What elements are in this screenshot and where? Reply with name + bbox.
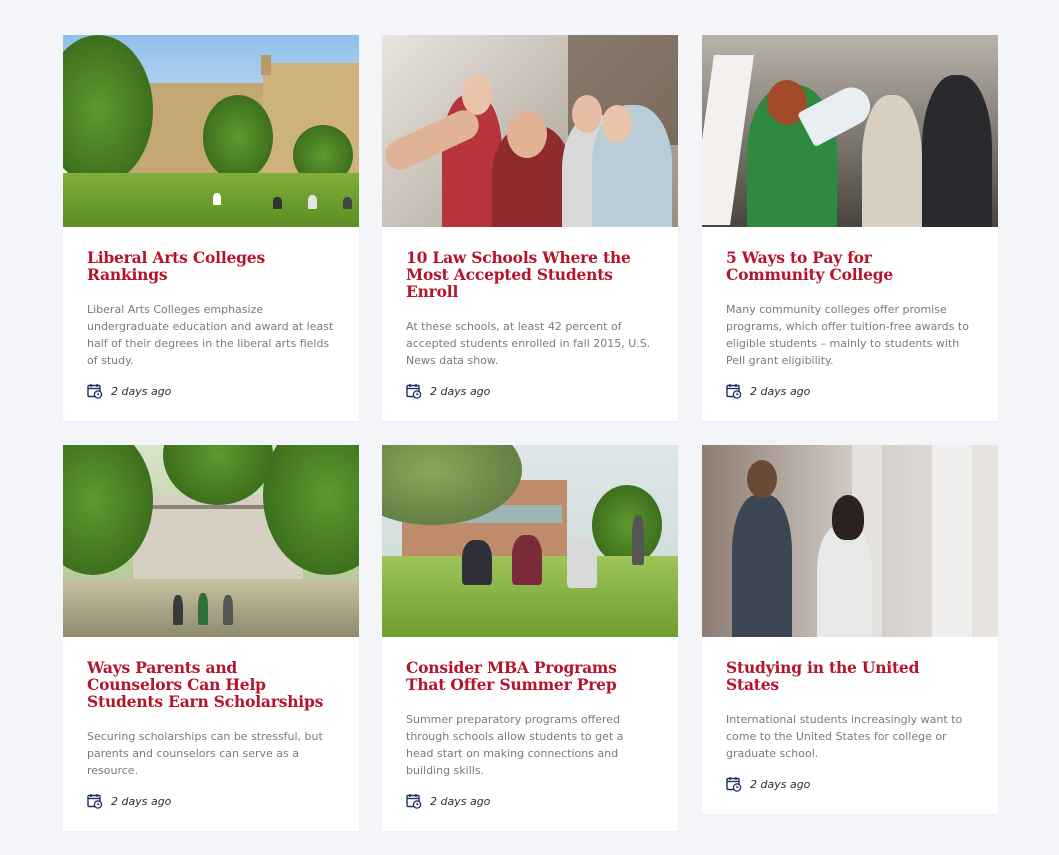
calendar-clock-icon — [406, 793, 422, 809]
post-date: 2 days ago — [750, 384, 811, 398]
post-meta: 2 days ago — [726, 776, 974, 792]
post-card[interactable]: Ways Parents and Counselors Can Help Stu… — [63, 445, 359, 831]
campus-library-trees-photo[interactable] — [63, 445, 359, 637]
post-card[interactable]: 5 Ways to Pay for Community College Many… — [702, 35, 998, 421]
column-2: 10 Law Schools Where the Most Accepted S… — [382, 35, 678, 855]
post-title[interactable]: Ways Parents and Counselors Can Help Stu… — [87, 659, 335, 710]
post-date: 2 days ago — [750, 777, 811, 791]
calendar-clock-icon — [726, 383, 742, 399]
column-3: 5 Ways to Pay for Community College Many… — [702, 35, 998, 838]
students-selfie-photo[interactable] — [382, 35, 678, 227]
post-excerpt: Liberal Arts Colleges emphasize undergra… — [87, 303, 334, 367]
post-excerpt: International students increasingly want… — [726, 713, 963, 760]
post-meta: 2 days ago — [406, 383, 654, 399]
calendar-clock-icon — [87, 383, 103, 399]
post-date: 2 days ago — [430, 384, 491, 398]
post-meta: 2 days ago — [406, 793, 654, 809]
post-title[interactable]: 10 Law Schools Where the Most Accepted S… — [406, 249, 654, 300]
protest-megaphone-photo[interactable] — [702, 35, 998, 227]
post-card[interactable]: Consider MBA Programs That Offer Summer … — [382, 445, 678, 831]
calendar-clock-icon — [726, 776, 742, 792]
column-1: Liberal Arts Colleges Rankings Liberal A… — [63, 35, 359, 855]
students-on-grass-photo[interactable] — [382, 445, 678, 637]
post-title[interactable]: Studying in the United States — [726, 659, 974, 693]
post-excerpt: Securing scholarships can be stressful, … — [87, 730, 323, 777]
post-title[interactable]: Consider MBA Programs That Offer Summer … — [406, 659, 654, 693]
post-card[interactable]: Liberal Arts Colleges Rankings Liberal A… — [63, 35, 359, 421]
post-title[interactable]: Liberal Arts Colleges Rankings — [87, 249, 335, 283]
post-meta: 2 days ago — [87, 383, 335, 399]
campus-lawn-photo[interactable] — [63, 35, 359, 227]
post-excerpt: Many community colleges offer promise pr… — [726, 303, 969, 367]
post-card[interactable]: Studying in the United States Internatio… — [702, 445, 998, 814]
post-date: 2 days ago — [111, 384, 172, 398]
post-date: 2 days ago — [111, 794, 172, 808]
students-walking-corridor-photo[interactable] — [702, 445, 998, 637]
calendar-clock-icon — [87, 793, 103, 809]
post-title[interactable]: 5 Ways to Pay for Community College — [726, 249, 974, 283]
post-meta: 2 days ago — [87, 793, 335, 809]
post-meta: 2 days ago — [726, 383, 974, 399]
post-excerpt: At these schools, at least 42 percent of… — [406, 320, 651, 367]
post-date: 2 days ago — [430, 794, 491, 808]
post-excerpt: Summer preparatory programs offered thro… — [406, 713, 624, 777]
calendar-clock-icon — [406, 383, 422, 399]
post-card[interactable]: 10 Law Schools Where the Most Accepted S… — [382, 35, 678, 421]
